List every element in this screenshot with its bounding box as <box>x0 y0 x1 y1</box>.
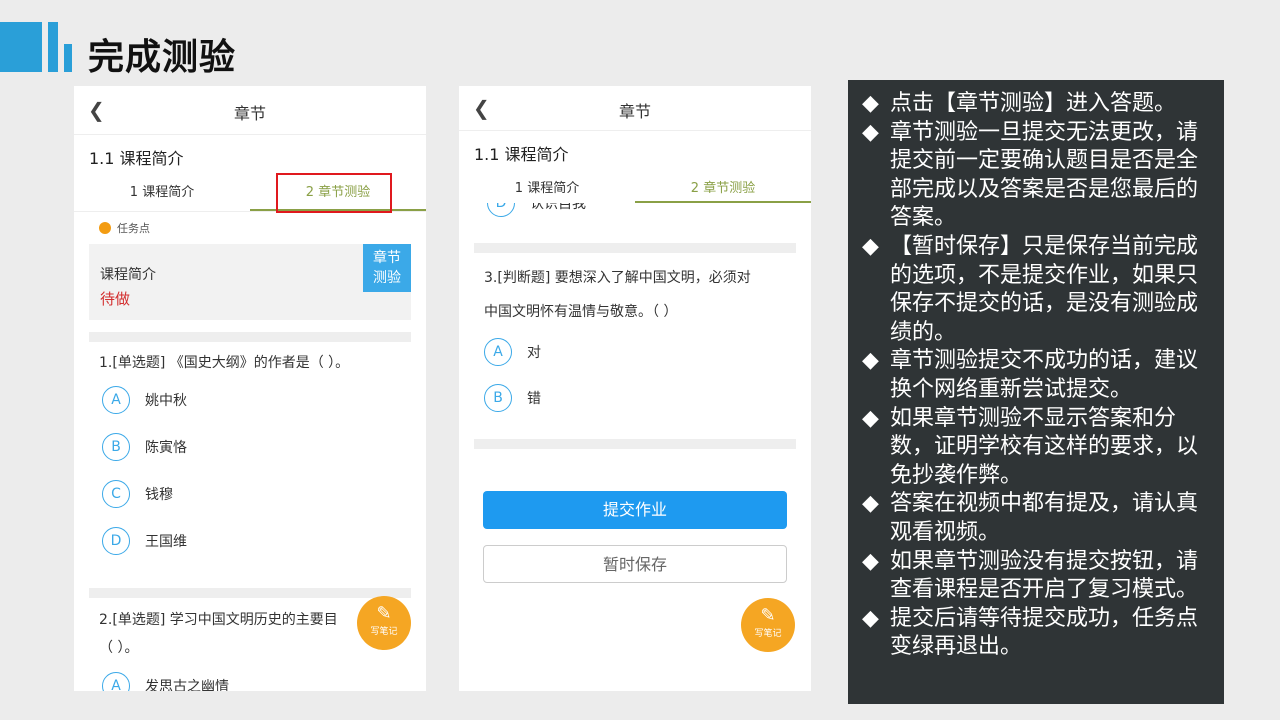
option-letter: B <box>102 432 130 461</box>
option-letter: A <box>102 671 130 691</box>
option-text: 错 <box>527 391 541 407</box>
question-text: 1.[单选题] 《国史大纲》的作者是（ ）。 <box>99 355 350 371</box>
title-accent-bar <box>64 44 72 72</box>
option-text: 钱穆 <box>145 486 173 503</box>
instruction-item: ◆ 如果章节测验不显示答案和分数，证明学校有这样的要求，以免抄袭作弊。 <box>862 405 1206 491</box>
task-point-label: 任务点 <box>117 222 150 235</box>
instruction-item: ◆ 章节测验一旦提交无法更改，请提交前一定要确认题目是否是全部完成以及答案是否是… <box>862 119 1206 233</box>
option-item[interactable]: B 陈寅恪 <box>74 423 426 470</box>
submit-homework-button[interactable]: 提交作业 <box>483 491 787 529</box>
option-item[interactable]: D 认识自我 <box>459 203 586 226</box>
section-divider <box>89 588 411 598</box>
nav-bar: ❮ 章节 <box>459 86 811 131</box>
nav-title: 章节 <box>618 102 651 121</box>
write-note-button[interactable]: ✎ 写笔记 <box>357 596 411 650</box>
nav-title: 章节 <box>233 104 266 123</box>
instruction-text: 点击【章节测验】进入答题。 <box>890 91 1177 116</box>
instruction-item: ◆ 章节测验提交不成功的话，建议换个网络重新尝试提交。 <box>862 347 1206 404</box>
badge-line: 章节 <box>373 250 401 266</box>
badge-line: 测验 <box>373 270 401 286</box>
option-text: 认识自我 <box>530 203 586 212</box>
option-letter: A <box>484 338 512 366</box>
instruction-item: ◆ 点击【章节测验】进入答题。 <box>862 90 1206 119</box>
option-letter: D <box>102 526 130 555</box>
task-card[interactable]: 课程简介 待做 章节 测验 <box>89 244 411 320</box>
diamond-bullet-icon: ◆ <box>862 405 879 431</box>
option-item[interactable]: A 姚中秋 <box>74 376 426 423</box>
slide-title: 完成测验 <box>88 37 237 78</box>
option-list: A 姚中秋 B 陈寅恪 C 钱穆 D 王国维 <box>74 376 426 564</box>
question-text: 3.[判断题] 要想深入了解中国文明，必须对 中国文明怀有温情与敬意。（ ） <box>459 253 811 329</box>
edit-icon: ✎ <box>760 605 776 626</box>
option-text: 对 <box>527 345 541 361</box>
option-text: 姚中秋 <box>145 392 187 409</box>
write-note-label: 写笔记 <box>754 629 782 639</box>
diamond-bullet-icon: ◆ <box>862 233 879 259</box>
option-letter: A <box>102 385 130 414</box>
diamond-bullet-icon: ◆ <box>862 491 879 517</box>
course-title: 1.1 课程简介 <box>474 145 569 164</box>
option-item[interactable]: D 王国维 <box>74 517 426 564</box>
diamond-bullet-icon: ◆ <box>862 548 879 574</box>
phone-screenshot-chapter-quiz: ❮ 章节 1.1 课程简介 1 课程简介 2 章节测验 任务点 课程简介 待做 … <box>74 86 426 691</box>
task-card-label: 课程简介 <box>100 267 156 283</box>
nav-bar: ❮ 章节 <box>74 86 426 135</box>
instruction-text: 如果章节测验不显示答案和分数，证明学校有这样的要求，以免抄袭作弊。 <box>890 405 1199 488</box>
instruction-text: 章节测验提交不成功的话，建议换个网络重新尝试提交。 <box>890 348 1199 402</box>
save-draft-button[interactable]: 暂时保存 <box>483 545 787 583</box>
task-status: 待做 <box>100 290 131 308</box>
option-text: 陈寅恪 <box>145 439 187 456</box>
instruction-text: 提交后请等待提交成功，任务点变绿再退出。 <box>890 605 1199 660</box>
tab-chapter-quiz[interactable]: 2 章节测验 <box>635 175 811 203</box>
question-line: （ ）。 <box>99 640 139 656</box>
instruction-text: 答案在视频中都有提及，请认真观看视频。 <box>890 491 1199 545</box>
phone-screenshot-submit: ❮ 章节 1.1 课程简介 1 课程简介 2 章节测验 D 认识自我 3.[判断… <box>459 86 811 691</box>
option-list: A 对 B 错 <box>459 329 811 421</box>
option-text: 发思古之幽情 <box>145 678 229 692</box>
tab-course-intro[interactable]: 1 课程简介 <box>459 175 635 203</box>
highlight-box <box>276 173 392 213</box>
chapter-quiz-badge[interactable]: 章节 测验 <box>363 244 411 292</box>
title-accent-bar <box>48 22 58 72</box>
question-line: 2.[单选题] 学习中国文明历史的主要目 <box>99 612 338 628</box>
question-line: 3.[判断题] 要想深入了解中国文明，必须对 <box>484 270 751 286</box>
option-letter: B <box>484 384 512 412</box>
diamond-bullet-icon: ◆ <box>862 91 879 116</box>
diamond-bullet-icon: ◆ <box>862 119 879 145</box>
option-text: 王国维 <box>145 533 187 550</box>
scrolled-content: D 认识自我 <box>459 203 811 243</box>
instruction-item: ◆ 答案在视频中都有提及，请认真观看视频。 <box>862 490 1206 547</box>
option-letter: D <box>487 203 515 217</box>
task-point-row: 任务点 <box>74 212 426 244</box>
option-item[interactable]: A 发思古之幽情 <box>74 662 426 691</box>
diamond-bullet-icon: ◆ <box>862 348 879 374</box>
option-item[interactable]: A 对 <box>459 329 811 375</box>
task-point-dot-icon <box>99 222 111 234</box>
write-note-label: 写笔记 <box>370 627 398 637</box>
title-accent-bar <box>0 22 42 72</box>
instruction-panel: ◆ 点击【章节测验】进入答题。 ◆ 章节测验一旦提交无法更改，请提交前一定要确认… <box>848 80 1224 704</box>
instruction-item: ◆ 【暂时保存】只是保存当前完成的选项，不是提交作业，如果只保存不提交的话，是没… <box>862 233 1206 347</box>
chapter-tabs: 1 课程简介 2 章节测验 <box>74 173 426 213</box>
option-item[interactable]: B 错 <box>459 375 811 421</box>
option-letter: C <box>102 479 130 508</box>
section-divider <box>474 243 796 253</box>
diamond-bullet-icon: ◆ <box>862 605 879 631</box>
option-item[interactable]: C 钱穆 <box>74 470 426 517</box>
question-line: 中国文明怀有温情与敬意。（ ） <box>484 304 678 320</box>
instruction-item: ◆ 提交后请等待提交成功，任务点变绿再退出。 <box>862 605 1206 662</box>
tab-course-intro[interactable]: 1 课程简介 <box>74 179 250 211</box>
chapter-tabs: 1 课程简介 2 章节测验 <box>459 175 811 203</box>
instruction-text: 如果章节测验没有提交按钮，请查看课程是否开启了复习模式。 <box>890 548 1199 603</box>
instruction-text: 【暂时保存】只是保存当前完成的选项，不是提交作业，如果只保存不提交的话，是没有测… <box>890 233 1199 345</box>
section-divider <box>89 332 411 342</box>
section-divider <box>474 439 796 449</box>
write-note-button[interactable]: ✎ 写笔记 <box>741 598 795 652</box>
instruction-text: 章节测验一旦提交无法更改，请提交前一定要确认题目是否是全部完成以及答案是否是您最… <box>890 119 1199 231</box>
instruction-item: ◆ 如果章节测验没有提交按钮，请查看课程是否开启了复习模式。 <box>862 548 1206 605</box>
edit-icon: ✎ <box>376 603 392 624</box>
